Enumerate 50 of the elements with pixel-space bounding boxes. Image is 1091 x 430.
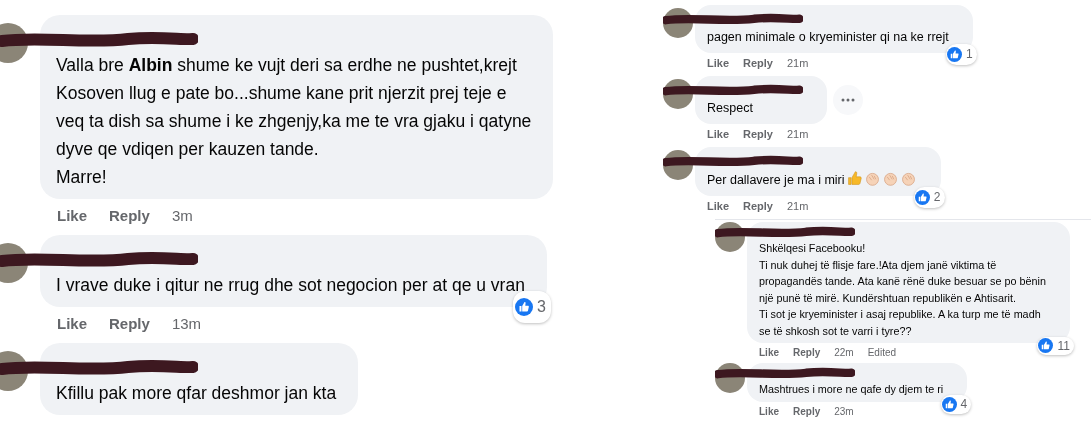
like-link[interactable]: Like [759, 404, 779, 419]
like-link[interactable]: Like [759, 346, 779, 360]
clapping-hands-emoji-icon [881, 170, 899, 187]
like-reaction-icon [1038, 338, 1054, 354]
reply-link[interactable]: Reply [109, 206, 150, 225]
like-link[interactable]: Like [707, 127, 729, 141]
reaction-count: 11 [1057, 337, 1070, 354]
clapping-hands-emoji-icon [863, 170, 881, 187]
timestamp[interactable]: 21m [787, 199, 809, 213]
reaction-count: 4 [960, 396, 968, 413]
reply-link[interactable]: Reply [793, 404, 821, 419]
reaction-badge[interactable]: 11 [1037, 336, 1074, 355]
reaction-badge[interactable]: 1 [946, 44, 977, 65]
reply-link[interactable]: Reply [793, 346, 821, 360]
reaction-count: 3 [537, 297, 546, 317]
reply-link[interactable]: Reply [743, 199, 773, 213]
comment-text: Shkëlqesi Facebooku! Ti nuk duhej të flisje fare.!Ata djem janë viktima të propagandës tande. Ata kanë rënë duke besuar se po bënin një punë të mirë. Kundërshtuan republikën e Ahtisarit. Ti sot je kryeminister i asaj republike. A ka turp me të madh se të shkosh sot te varri i tyre?? [759, 241, 1046, 339]
reply-link[interactable]: Reply [743, 127, 773, 141]
like-link[interactable]: Like [57, 206, 87, 225]
thumbs-up-emoji-icon [845, 170, 863, 187]
reaction-count: 2 [933, 189, 941, 206]
like-reaction-icon [515, 298, 533, 316]
like-link[interactable]: Like [57, 314, 87, 333]
like-reaction-icon [941, 396, 957, 412]
reaction-count: 1 [966, 46, 973, 63]
timestamp[interactable]: 23m [834, 404, 854, 419]
comment-text: Kfillu pak more qfar deshmor jan kta [56, 382, 337, 405]
more-button[interactable] [833, 85, 863, 115]
reply-link[interactable]: Reply [109, 314, 150, 333]
timestamp[interactable]: 3m [171, 206, 193, 225]
like-link[interactable]: Like [707, 56, 729, 70]
comment-text: Respect [707, 100, 754, 117]
reaction-badge[interactable]: 2 [913, 187, 945, 208]
timestamp[interactable]: 21m [787, 127, 809, 141]
comment-text: Per dallavere je ma i miri [707, 170, 917, 190]
more-icon [841, 98, 855, 102]
edited-label: Edited [867, 346, 897, 360]
clapping-hands-emoji-icon [899, 170, 917, 187]
comment-text: Valla bre Albin shume ke vujt deri sa erdhe ne pushtet,krejt Kosoven llug e pate bo...shume kane prit njerzit prej teje e veq ta dish sa shume i ke zhgenjy,ka me te vra gjaku i qatyne dyve qe vdiqen per kauzen tande. Marre! [56, 54, 532, 189]
reaction-badge[interactable]: 4 [940, 395, 972, 414]
like-reaction-icon [947, 47, 963, 62]
reply-link[interactable]: Reply [743, 56, 773, 70]
timestamp[interactable]: 22m [834, 346, 854, 360]
timestamp[interactable]: 21m [787, 56, 809, 70]
comment-text: pagen minimale o kryeminister qi na ke rrejt [707, 29, 949, 46]
like-link[interactable]: Like [707, 199, 729, 213]
like-reaction-icon [914, 190, 930, 205]
timestamp[interactable]: 13m [171, 314, 202, 333]
reaction-badge[interactable]: 3 [513, 291, 551, 323]
comment-text: Mashtrues i more ne qafe dy djem te ri [759, 382, 944, 397]
